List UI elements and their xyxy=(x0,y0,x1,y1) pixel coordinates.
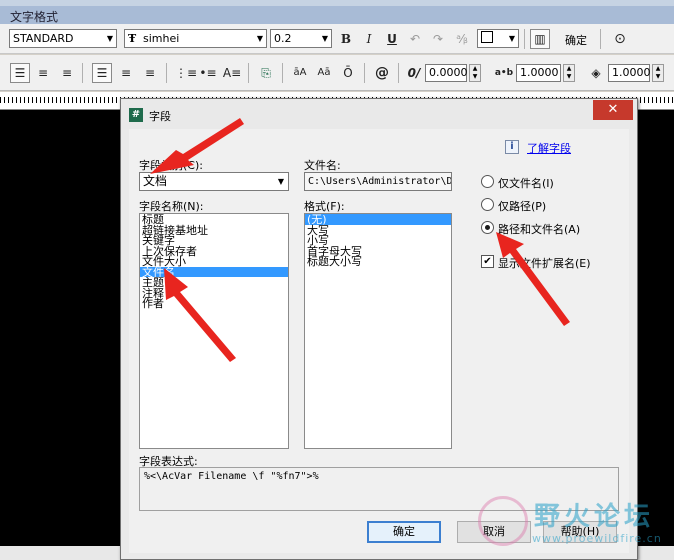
list-item[interactable]: 关键字 xyxy=(140,235,288,246)
show-extension-label[interactable]: 显示文件扩展名(E) xyxy=(498,255,591,271)
list-item[interactable]: 标题 xyxy=(140,214,288,225)
dialog-titlebar: # 字段 ✕ xyxy=(121,99,637,129)
style-value: STANDARD xyxy=(13,32,74,45)
list-item[interactable]: 标题大小写 xyxy=(305,256,451,267)
toolbar-divider xyxy=(364,63,365,83)
chevron-down-icon: ▼ xyxy=(321,34,328,43)
italic-button[interactable]: I xyxy=(359,29,379,49)
radio-path-only[interactable] xyxy=(481,198,494,211)
text-height-value: 0.2 xyxy=(274,32,292,45)
toolbar-divider xyxy=(166,63,167,83)
watermark-url: www.proewildfire.cn xyxy=(532,532,662,545)
list-item[interactable]: 文件大小 xyxy=(140,256,288,267)
field-category-value: 文档 xyxy=(143,174,168,188)
tracking-input[interactable]: 1.0000 xyxy=(516,64,561,82)
align-left-icon[interactable]: ≡ xyxy=(33,63,53,83)
field-names-label: 字段名称(N): xyxy=(139,200,204,213)
symbol-icon[interactable]: @ xyxy=(372,63,392,83)
toolbar-divider xyxy=(600,29,601,49)
lettering-icon[interactable]: A≡ xyxy=(222,63,242,83)
align-bottom-icon[interactable]: ≡ xyxy=(140,63,160,83)
color-swatch-icon xyxy=(481,31,493,43)
ruler-icon[interactable]: ▥ xyxy=(530,29,550,49)
width-spinner[interactable]: ▲ ▼ xyxy=(652,64,664,82)
truetype-font-icon: Ŧ xyxy=(128,32,137,45)
list-item[interactable]: 作者 xyxy=(140,298,288,309)
width-factor-input[interactable]: 1.0000 xyxy=(608,64,651,82)
font-select[interactable]: Ŧ simhei ▼ xyxy=(124,29,267,48)
text-format-toolbar-2: ☰ ≡ ≡ ☰ ≡ ≡ ⋮≡ •≡ A≡ ⎘ āA Aā Ō @ 0/ 0.00… xyxy=(0,55,674,91)
field-names-list[interactable]: 标题 超链接基地址 关键字 上次保存者 文件大小 文件名 主题 注释 作者 xyxy=(139,213,289,449)
stack-icon[interactable]: ᵃ⁄ᵦ xyxy=(452,29,472,49)
ok-button[interactable]: 确定 xyxy=(367,521,441,543)
undo-icon[interactable]: ↶ xyxy=(405,29,425,49)
format-list[interactable]: (无) 大写 小写 首字母大写 标题大小写 xyxy=(304,213,452,449)
tracking-icon: a•b xyxy=(494,68,514,78)
field-category-select[interactable]: 文档 ▼ xyxy=(139,172,289,191)
filename-label: 文件名: xyxy=(304,159,341,172)
align-top-icon[interactable]: ☰ xyxy=(92,63,112,83)
oblique-angle-icon: 0/ xyxy=(407,66,421,80)
align-center-icon[interactable]: ≡ xyxy=(116,63,136,83)
field-app-icon: # xyxy=(129,108,143,122)
redo-icon[interactable]: ↷ xyxy=(428,29,448,49)
list-item[interactable]: 主题 xyxy=(140,277,288,288)
oblique-spinner[interactable]: ▲ ▼ xyxy=(469,64,481,82)
font-value: simhei xyxy=(143,32,180,45)
window-titlebar: 文字格式 xyxy=(0,0,674,24)
toolbar-divider xyxy=(524,29,525,49)
tracking-spinner[interactable]: ▲ ▼ xyxy=(563,64,575,82)
toolbar-divider xyxy=(82,63,83,83)
learn-fields-link[interactable]: 了解字段 xyxy=(527,140,571,156)
toolbar-divider xyxy=(398,63,399,83)
radio-path-and-filename-label[interactable]: 路径和文件名(A) xyxy=(498,221,580,237)
radio-path-and-filename[interactable] xyxy=(481,221,494,234)
color-select[interactable]: ▼ xyxy=(477,29,519,48)
toolbar-divider xyxy=(248,63,249,83)
radio-selected-dot xyxy=(485,225,490,230)
close-icon[interactable]: ✕ xyxy=(593,100,633,120)
forum-watermark: 野火论坛 www.proewildfire.cn xyxy=(462,490,674,560)
numbering-icon[interactable]: ⋮≡ xyxy=(175,63,197,83)
info-icon: i xyxy=(505,140,519,154)
radio-filename-only-label[interactable]: 仅文件名(I) xyxy=(498,175,554,191)
columns-icon[interactable]: ☰ xyxy=(10,63,30,83)
field-category-label: 字段类别(C): xyxy=(139,159,203,172)
chevron-down-icon: ▼ xyxy=(106,34,113,43)
width-factor-icon: ◈ xyxy=(591,66,601,80)
radio-path-only-label[interactable]: 仅路径(P) xyxy=(498,198,546,214)
ok-label[interactable]: 确定 xyxy=(565,32,587,48)
uppercase-icon[interactable]: āA xyxy=(290,63,310,83)
insert-field-icon[interactable]: ⎘ xyxy=(256,63,276,83)
lowercase-icon[interactable]: Aā xyxy=(314,63,334,83)
show-extension-checkbox[interactable]: ✔ xyxy=(481,255,494,268)
format-label: 格式(F): xyxy=(304,200,345,213)
bullets-icon[interactable]: •≡ xyxy=(198,63,218,83)
title-band xyxy=(0,6,674,24)
chevron-down-icon: ▼ xyxy=(256,34,263,43)
text-height-select[interactable]: 0.2 ▼ xyxy=(270,29,332,48)
list-item[interactable]: 小写 xyxy=(305,235,451,246)
oblique-angle-input[interactable]: 0.0000 xyxy=(425,64,468,82)
window-title: 文字格式 xyxy=(10,10,59,24)
style-select[interactable]: STANDARD ▼ xyxy=(9,29,117,48)
watermark-text: 野火论坛 xyxy=(534,502,655,532)
chevron-down-icon: ▼ xyxy=(277,177,284,186)
overline-icon[interactable]: Ō xyxy=(338,63,358,83)
toolbar-divider xyxy=(282,63,283,83)
underline-button[interactable]: U xyxy=(382,29,402,49)
bold-button[interactable]: B xyxy=(336,29,356,49)
filename-field[interactable]: C:\Users\Administrator\D xyxy=(304,172,452,191)
list-item-selected[interactable]: (无) xyxy=(305,214,451,225)
options-icon[interactable]: ⊙ xyxy=(610,29,630,49)
text-format-toolbar-1: STANDARD ▼ Ŧ simhei ▼ 0.2 ▼ B I U ↶ ↷ ᵃ⁄ᵦ ▼… xyxy=(0,24,674,54)
align-right-icon[interactable]: ≡ xyxy=(57,63,77,83)
watermark-logo-icon xyxy=(478,496,528,546)
dialog-title: 字段 xyxy=(149,110,171,123)
radio-filename-only[interactable] xyxy=(481,175,494,188)
chevron-down-icon: ▼ xyxy=(508,34,515,43)
